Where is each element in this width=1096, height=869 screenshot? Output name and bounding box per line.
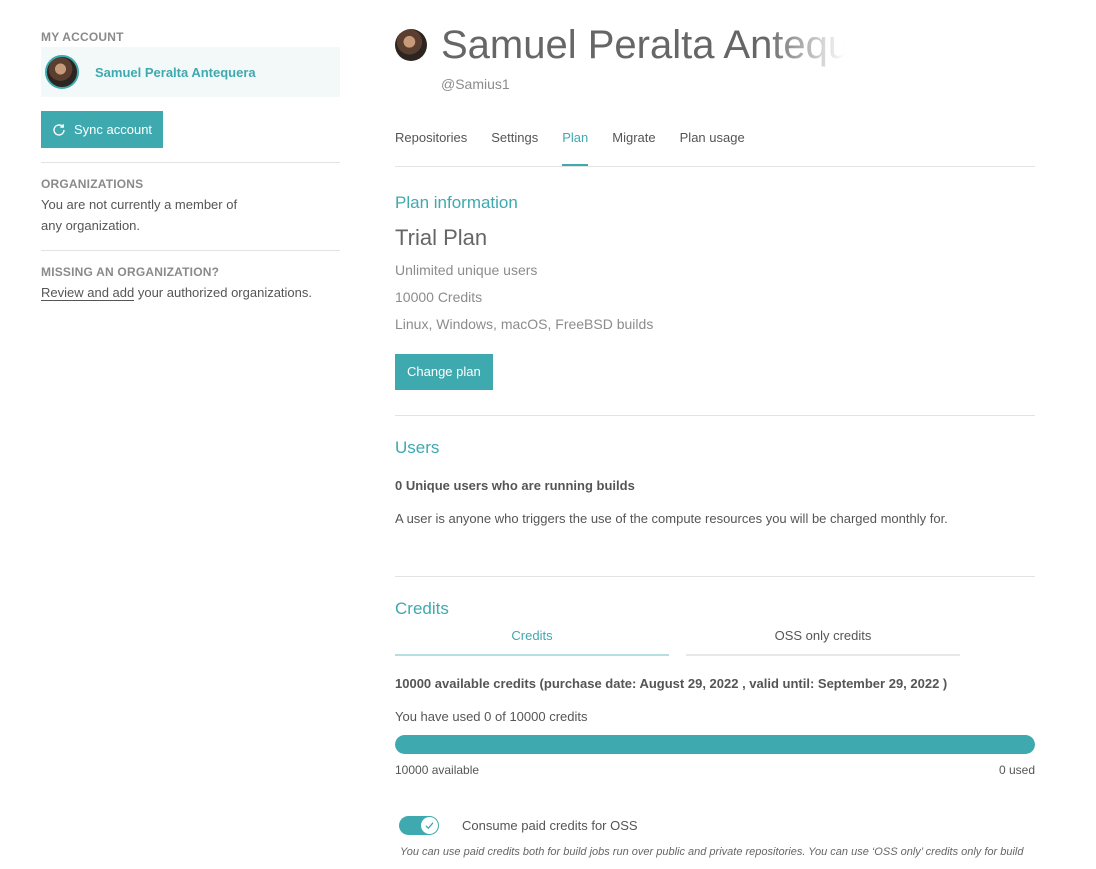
users-section-title: Users (395, 438, 440, 457)
plan-section-title: Plan information (395, 193, 518, 212)
credits-progress-labels: 10000 available 0 used (395, 763, 1035, 777)
plan-section: Plan information Trial Plan Unlimited un… (395, 193, 1035, 390)
missing-organization-text: Review and add your authorized organizat… (41, 282, 340, 303)
check-icon (425, 822, 434, 830)
credit-tabs: Credits OSS only credits (395, 628, 1035, 656)
plan-feature: Linux, Windows, macOS, FreeBSD builds (395, 316, 654, 332)
profile-username: @Samius1 (441, 76, 510, 92)
tab-oss-only-credits[interactable]: OSS only credits (686, 628, 960, 656)
my-account-heading: MY ACCOUNT (41, 30, 124, 44)
consume-paid-credits-toggle[interactable] (399, 816, 439, 835)
change-plan-button[interactable]: Change plan (395, 354, 493, 390)
section-divider (395, 415, 1035, 416)
credits-used-text: You have used 0 of 10000 credits (395, 709, 588, 724)
credits-section-title: Credits (395, 599, 449, 618)
avatar (45, 55, 79, 89)
toggle-knob (421, 817, 438, 834)
main-content: Samuel Peralta Antequera @Samius1 Reposi… (395, 22, 1035, 858)
organizations-text-line1: You are not currently a member of (41, 197, 238, 212)
sidebar-divider (41, 162, 340, 163)
review-organizations-rest: your authorized organizations. (134, 285, 313, 300)
page: MY ACCOUNT Samuel Peralta Antequera Sync… (0, 0, 1096, 869)
credits-used-label: 0 used (998, 763, 1035, 777)
organizations-text-line2: any organization. (41, 218, 141, 233)
plan-feature: Unlimited unique users (395, 262, 538, 278)
profile-header: Samuel Peralta Antequera (395, 22, 1035, 68)
tab-credits[interactable]: Credits (395, 628, 669, 656)
credits-progress-bar (395, 735, 1035, 754)
account-tabs: Repositories Settings Plan Migrate Plan … (395, 130, 1035, 167)
plan-feature: 10000 Credits (395, 289, 483, 305)
tab-repositories[interactable]: Repositories (395, 130, 467, 166)
sync-icon (53, 123, 65, 136)
section-divider (395, 576, 1035, 577)
profile-name-fade (765, 22, 845, 68)
profile-name-wrap: Samuel Peralta Antequera (441, 22, 845, 68)
oss-toggle-row: Consume paid credits for OSS (399, 816, 1035, 835)
users-section: Users 0 Unique users who are running bui… (395, 438, 1035, 526)
tab-plan[interactable]: Plan (562, 130, 589, 166)
sidebar: MY ACCOUNT Samuel Peralta Antequera Sync… (41, 30, 340, 303)
tab-plan-usage[interactable]: Plan usage (680, 130, 745, 166)
tab-migrate[interactable]: Migrate (612, 130, 655, 166)
credits-section: Credits Credits OSS only credits 10000 a… (395, 599, 1035, 858)
consume-paid-credits-label: Consume paid credits for OSS (462, 818, 638, 833)
account-card[interactable]: Samuel Peralta Antequera (41, 47, 340, 97)
users-description: A user is anyone who triggers the use of… (395, 511, 948, 526)
account-name[interactable]: Samuel Peralta Antequera (95, 65, 256, 80)
credits-progress-fill (395, 735, 1035, 754)
sidebar-divider (41, 250, 340, 251)
review-organizations-link[interactable]: Review and add (41, 285, 135, 301)
organizations-heading: ORGANIZATIONS (41, 177, 144, 191)
sync-account-button[interactable]: Sync account (41, 111, 164, 148)
organizations-text: You are not currently a member of any or… (41, 194, 340, 236)
tab-settings[interactable]: Settings (491, 130, 538, 166)
plan-name: Trial Plan (395, 225, 488, 250)
missing-organization-heading: MISSING AN ORGANIZATION? (41, 265, 220, 279)
users-count: 0 Unique users who are running builds (395, 478, 635, 493)
consume-paid-credits-note: You can use paid credits both for build … (400, 846, 1024, 858)
credits-available-text: 10000 available credits (purchase date: … (395, 676, 948, 691)
credits-available-label: 10000 available (395, 763, 480, 777)
profile-avatar (395, 29, 427, 61)
sync-account-label: Sync account (74, 122, 153, 137)
